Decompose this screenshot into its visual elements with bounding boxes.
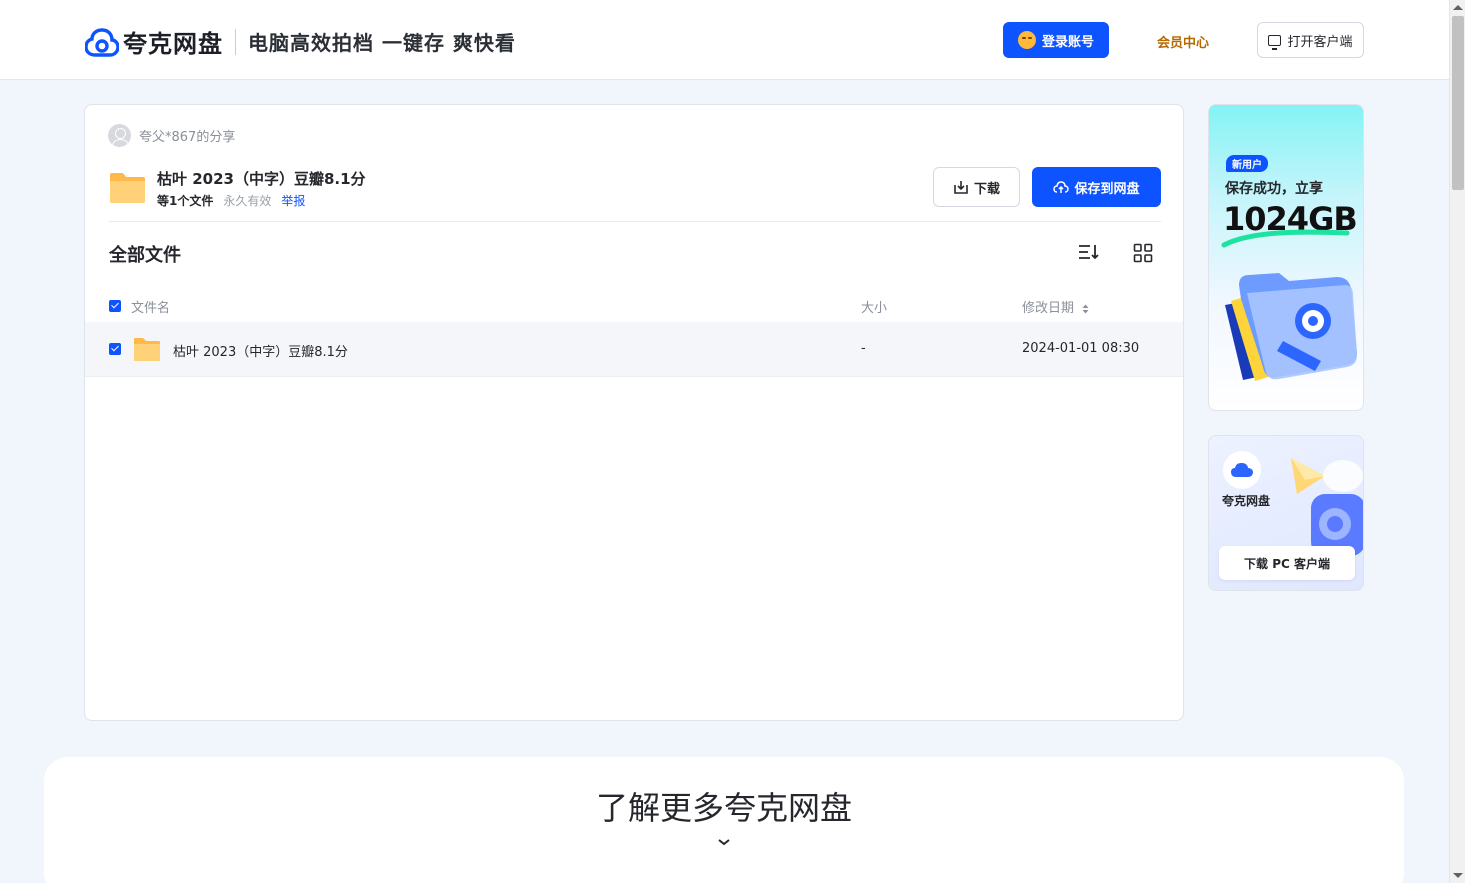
row-file-size: - (861, 341, 866, 356)
scroll-down-icon[interactable] (1453, 873, 1463, 878)
folder-icon (110, 173, 145, 203)
new-user-badge: 新用户 (1226, 155, 1268, 172)
file-count: 等1个文件 (157, 194, 214, 208)
new-user-promo[interactable]: 新用户 保存成功，立享 1024GB (1208, 104, 1364, 411)
column-name: 文件名 (131, 301, 171, 316)
swoosh-underline (1221, 229, 1350, 248)
row-checkbox[interactable] (109, 343, 121, 355)
open-client-label: 打开客户端 (1287, 34, 1353, 50)
learn-more-title: 了解更多夸克网盘 (595, 789, 852, 827)
column-size: 大小 (861, 301, 888, 316)
sharer-name: 夸父*867的分享 (139, 130, 236, 145)
save-to-drive-button[interactable]: 保存到网盘 (1032, 167, 1161, 207)
download-label: 下载 (973, 181, 1000, 197)
sharer-info: 夸父*867的分享 (108, 124, 235, 147)
emoji-face-icon (1017, 31, 1036, 49)
pc-client-promo[interactable]: 夸克网盘 下载 PC 客户端 (1208, 435, 1364, 591)
download-button[interactable]: 下载 (933, 167, 1020, 207)
brand-divider (235, 28, 236, 55)
share-meta: 等1个文件 永久有效 举报 (157, 192, 305, 209)
brand-name: 夸克网盘 (123, 30, 223, 58)
download-icon (954, 180, 968, 194)
row-file-date: 2024-01-01 08:30 (1022, 341, 1140, 356)
column-date-label: 修改日期 (1022, 301, 1075, 316)
folder-icon (134, 338, 160, 361)
sort-toggle-icon (1082, 304, 1089, 313)
cloud-logo-icon (85, 27, 119, 57)
learn-more-section: 了解更多夸克网盘 (44, 757, 1404, 883)
vip-center-link[interactable]: 会员中心 (1157, 32, 1209, 51)
column-date[interactable]: 修改日期 (1022, 297, 1089, 316)
select-all-checkbox[interactable] (109, 300, 121, 312)
download-pc-client-button[interactable]: 下载 PC 客户端 (1219, 546, 1355, 580)
top-header: 夸克网盘 电脑高效拍档 一键存 爽快看 登录账号 会员中心 打开客户端 (0, 0, 1449, 80)
divider (109, 221, 1161, 222)
share-title: 枯叶 2023（中字）豆瓣8.1分 (157, 170, 366, 188)
scroll-up-icon[interactable] (1453, 5, 1463, 10)
page-scrollbar[interactable] (1449, 0, 1465, 883)
avatar (108, 124, 131, 147)
open-client-button[interactable]: 打开客户端 (1257, 22, 1364, 58)
sort-icon[interactable] (1078, 243, 1100, 261)
login-label: 登录账号 (1041, 34, 1094, 50)
validity: 永久有效 (223, 194, 272, 208)
paper-plane-illustration-icon (1291, 458, 1363, 556)
login-button[interactable]: 登录账号 (1003, 22, 1109, 58)
share-card: 夸父*867的分享 枯叶 2023（中字）豆瓣8.1分 等1个文件 永久有效 举… (84, 104, 1184, 721)
chevron-down-icon[interactable] (717, 837, 731, 847)
save-label: 保存到网盘 (1074, 181, 1140, 197)
brand-slogan: 电脑高效拍档 一键存 爽快看 (248, 31, 516, 55)
report-link[interactable]: 举报 (281, 192, 305, 209)
cloud-logo-icon (1231, 463, 1253, 477)
grid-view-icon[interactable] (1133, 243, 1153, 263)
folder-illustration-icon (1225, 273, 1357, 381)
app-logo (1223, 451, 1261, 489)
monitor-icon (1268, 34, 1282, 50)
table-row[interactable]: 枯叶 2023（中字）豆瓣8.1分 - 2024-01-01 08:30 (85, 322, 1183, 377)
scrollbar-thumb[interactable] (1452, 16, 1464, 190)
row-file-name[interactable]: 枯叶 2023（中字）豆瓣8.1分 (173, 341, 348, 360)
app-name: 夸克网盘 (1222, 494, 1271, 508)
brand[interactable]: 夸克网盘 电脑高效拍档 一键存 爽快看 (85, 24, 516, 59)
cloud-upload-icon (1053, 181, 1070, 193)
files-heading: 全部文件 (109, 245, 181, 266)
promo-subtitle: 保存成功，立享 (1225, 181, 1323, 197)
